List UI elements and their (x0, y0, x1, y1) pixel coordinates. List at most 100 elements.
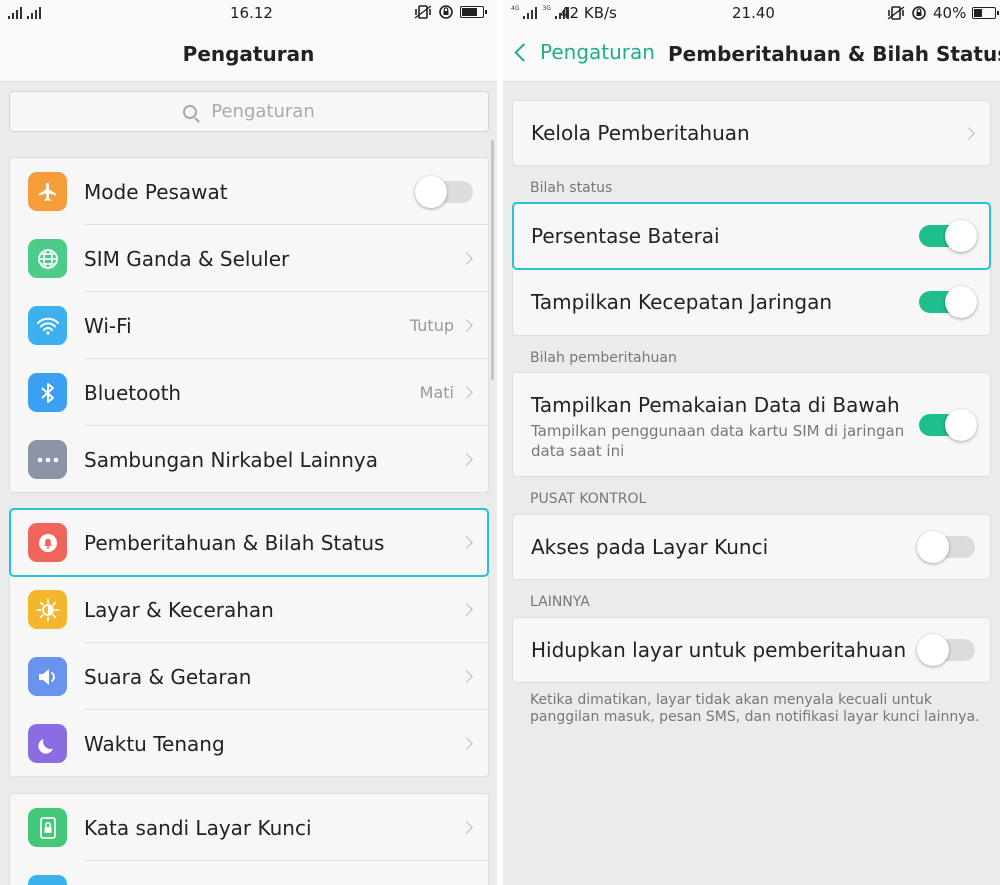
notification-bar-group: Tampilkan Pemakaian Data di Bawah Tampil… (512, 372, 991, 477)
section-header: Bilah status (530, 180, 613, 196)
airplane-mode-toggle[interactable] (415, 175, 473, 208)
settings-item-display-brightness[interactable]: Layar & Kecerahan (10, 576, 488, 643)
item-description: Tampilkan penggunaan data kartu SIM di j… (531, 422, 905, 460)
shield-icon (28, 875, 67, 885)
settings-item-dual-sim[interactable]: SIM Ganda & Seluler (10, 225, 488, 292)
more-icon (28, 440, 67, 479)
item-label: Persentase Baterai (531, 224, 720, 248)
search-placeholder: Pengaturan (211, 101, 315, 122)
scrollbar[interactable] (491, 140, 494, 380)
network-speed-toggle[interactable] (919, 286, 977, 318)
chevron-right-icon (460, 386, 473, 399)
others-group: Hidupkan layar untuk pemberitahuan (512, 617, 991, 683)
chevron-right-icon (460, 821, 473, 834)
chevron-right-icon (460, 252, 473, 265)
page-title: Pemberitahuan & Bilah Status (668, 42, 1000, 66)
chevron-right-icon (460, 536, 473, 549)
item-label: Tampilkan Pemakaian Data di Bawah (531, 393, 900, 417)
clock: 16.12 (230, 4, 273, 22)
back-button[interactable]: Pengaturan (514, 40, 655, 64)
item-label: Layar & Kecerahan (84, 597, 274, 622)
section-header: LAINNYA (530, 594, 590, 610)
item-label: Akses pada Layar Kunci (531, 535, 769, 559)
battery-percentage-item[interactable]: Persentase Baterai (512, 202, 991, 270)
lock-icon (28, 808, 67, 847)
chevron-left-icon (514, 43, 533, 62)
clock: 21.40 (732, 4, 775, 22)
back-label: Pengaturan (540, 40, 655, 64)
globe-icon (28, 239, 67, 278)
settings-item-wifi[interactable]: Wi-Fi Tutup (10, 292, 488, 359)
chevron-right-icon (460, 603, 473, 616)
signal-icon (8, 5, 41, 19)
settings-group-connectivity: Mode Pesawat SIM Ganda & Seluler Wi-Fi T… (9, 157, 489, 493)
item-value: Tutup (409, 316, 454, 335)
battery-icon (972, 7, 1000, 19)
item-label: Pemberitahuan & Bilah Status (84, 530, 385, 555)
network-speed-item[interactable]: Tampilkan Kecepatan Jaringan (513, 269, 990, 335)
moon-icon (28, 724, 67, 763)
speaker-icon (28, 657, 67, 696)
item-value: Mati (419, 383, 454, 402)
battery-percent: 40% (933, 4, 967, 22)
item-label: Bluetooth (84, 380, 182, 405)
settings-item-sound[interactable]: Suara & Getaran (10, 643, 488, 710)
search-input[interactable]: Pengaturan (9, 91, 489, 132)
item-label: Kata sandi Layar Kunci (84, 815, 312, 840)
notification-icon (28, 523, 67, 562)
item-label: Wi-Fi (84, 313, 132, 338)
item-label: Suara & Getaran (84, 664, 252, 689)
item-label: Mode Pesawat (84, 179, 228, 204)
title-bar: Pengaturan Pemberitahuan & Bilah Status (503, 26, 1000, 82)
item-label: Hidupkan layar untuk pemberitahuan (531, 638, 907, 662)
chevron-right-icon (460, 737, 473, 750)
wifi-icon (28, 306, 67, 345)
settings-item-other-wireless[interactable]: Sambungan Nirkabel Lainnya (10, 426, 488, 493)
footnote: Ketika dimatikan, layar tidak akan menya… (530, 692, 980, 725)
section-header: Bilah pemberitahuan (530, 350, 677, 366)
status-bar: 16.12 (0, 0, 497, 26)
settings-group-display: Pemberitahuan & Bilah Status Layar & Kec… (9, 508, 489, 777)
brightness-icon (28, 590, 67, 629)
status-bar-group: Persentase Baterai Tampilkan Kecepatan J… (512, 202, 991, 336)
section-header: PUSAT KONTROL (530, 491, 647, 507)
item-label: Sambungan Nirkabel Lainnya (84, 447, 379, 472)
data-usage-toggle[interactable] (919, 409, 977, 441)
wake-screen-item[interactable]: Hidupkan layar untuk pemberitahuan (513, 618, 990, 682)
settings-item-quiet-time[interactable]: Waktu Tenang (10, 710, 488, 777)
settings-item-airplane-mode[interactable]: Mode Pesawat (10, 158, 488, 225)
item-label: Tampilkan Kecepatan Jaringan (531, 290, 833, 314)
settings-item-notifications[interactable]: Pemberitahuan & Bilah Status (9, 508, 489, 577)
manage-notifications-item[interactable]: Kelola Pemberitahuan (513, 101, 990, 165)
network-speed: 42 KB/s (560, 4, 617, 22)
settings-panel: 16.12 Pengaturan Pengaturan Mode Pesawat (0, 0, 497, 885)
vibrate-icon (887, 6, 905, 20)
manage-notifications-group: Kelola Pemberitahuan (512, 100, 991, 166)
vibrate-icon (414, 5, 432, 19)
settings-item-bluetooth[interactable]: Bluetooth Mati (10, 359, 488, 426)
battery-percentage-toggle[interactable] (919, 220, 977, 252)
lock-screen-access-toggle[interactable] (917, 531, 975, 563)
search-icon (183, 104, 198, 119)
item-label: SIM Ganda & Seluler (84, 246, 290, 271)
chevron-right-icon (460, 453, 473, 466)
chevron-right-icon (460, 670, 473, 683)
lock-screen-access-item[interactable]: Akses pada Layar Kunci (513, 515, 990, 579)
airplane-icon (28, 172, 67, 211)
rotation-lock-icon (439, 5, 453, 19)
wake-screen-toggle[interactable] (917, 634, 975, 666)
bluetooth-icon (28, 373, 67, 412)
chevron-right-icon (962, 126, 975, 140)
control-center-group: Akses pada Layar Kunci (512, 514, 991, 580)
data-usage-item[interactable]: Tampilkan Pemakaian Data di Bawah Tampil… (513, 373, 990, 476)
item-label: Kelola Pemberitahuan (531, 121, 750, 145)
settings-item-lock-password[interactable]: Kata sandi Layar Kunci (10, 794, 488, 861)
notifications-panel: 4G 3G 42 KB/s 21.40 40% Pengaturan Pembe… (503, 0, 1000, 885)
title-bar: Pengaturan (0, 26, 497, 82)
item-label: Waktu Tenang (84, 731, 225, 756)
settings-group-security: Kata sandi Layar Kunci (9, 793, 489, 885)
battery-icon (460, 6, 487, 18)
rotation-lock-icon (912, 6, 926, 20)
settings-item-partial[interactable] (10, 861, 488, 885)
status-bar: 4G 3G 42 KB/s 21.40 40% (503, 0, 1000, 26)
